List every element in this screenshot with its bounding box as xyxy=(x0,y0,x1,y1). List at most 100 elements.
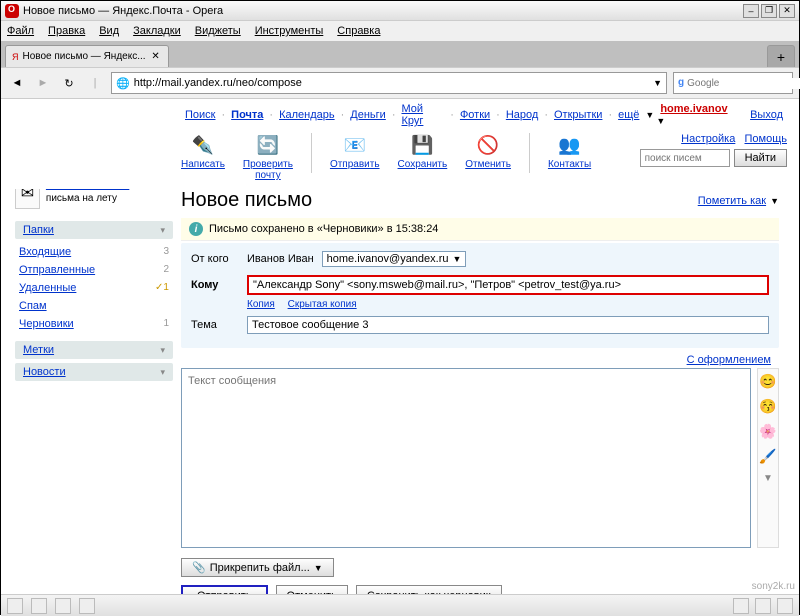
status-icon[interactable] xyxy=(79,598,95,614)
close-button[interactable]: ✕ xyxy=(779,4,795,18)
attach-button[interactable]: 📎Прикрепить файл... ▼ xyxy=(181,558,334,577)
tool-contacts[interactable]: 👥Контакты xyxy=(548,133,591,170)
nav-narod[interactable]: Народ xyxy=(506,109,538,121)
settings-link[interactable]: Настройка xyxy=(681,133,735,145)
reload-button[interactable]: ↻ xyxy=(59,73,79,93)
chevron-down-icon: ▼ xyxy=(770,196,779,206)
folder-sent[interactable]: Отправленные2 xyxy=(19,261,169,279)
new-tab-button[interactable]: + xyxy=(767,45,795,67)
nav-fotki[interactable]: Фотки xyxy=(460,109,490,121)
save-draft-button[interactable]: Сохранить как черновик xyxy=(356,585,502,594)
folder-inbox[interactable]: Входящие3 xyxy=(19,243,169,261)
browser-search[interactable]: g ▼ xyxy=(673,72,793,94)
back-button[interactable]: ◄ xyxy=(7,73,27,93)
nav-toolbar: ◄ ► ↻ | 🌐 ▼ g ▼ xyxy=(1,67,799,99)
section-folders[interactable]: Папки xyxy=(15,221,173,239)
tool-save[interactable]: 💾Сохранить xyxy=(398,133,448,170)
dropdown-icon[interactable]: ▼ xyxy=(653,78,662,88)
nav-cards[interactable]: Открытки xyxy=(554,109,602,121)
restore-button[interactable]: ❐ xyxy=(761,4,777,18)
floppy-icon: 💾 xyxy=(408,133,436,157)
tool-label: Контакты xyxy=(548,159,591,170)
view-icon[interactable] xyxy=(755,598,771,614)
mail-search-button[interactable]: Найти xyxy=(734,149,787,167)
tool-cancel[interactable]: 🚫Отменить xyxy=(465,133,511,170)
nav-calendar[interactable]: Календарь xyxy=(279,109,335,121)
nav-search[interactable]: Поиск xyxy=(185,109,215,121)
compose-area: Новое письмо Пометить как ▼ i Письмо сох… xyxy=(181,189,799,594)
envelope-icon: 📧 xyxy=(341,133,369,157)
nav-mail[interactable]: Почта xyxy=(231,109,263,121)
folder-trash[interactable]: Удаленные✓1 xyxy=(19,279,169,297)
clip-icon: 📎 xyxy=(192,561,206,574)
exit-link[interactable]: Выход xyxy=(750,109,783,121)
message-body[interactable] xyxy=(181,368,751,548)
mobile-promo[interactable]: ✉ Мобильная Почта — ловит письма на лету xyxy=(15,189,173,209)
menu-help[interactable]: Справка xyxy=(337,25,380,37)
tool-compose[interactable]: ✒️Написать xyxy=(181,133,225,170)
watermark: sony2k.ru xyxy=(752,581,795,592)
zoom-icon[interactable] xyxy=(733,598,749,614)
status-icon[interactable] xyxy=(7,598,23,614)
help-link[interactable]: Помощь xyxy=(745,133,788,145)
kiss-icon[interactable]: 😚 xyxy=(759,398,776,415)
to-input[interactable] xyxy=(247,275,769,295)
stop-button[interactable]: | xyxy=(85,73,105,93)
status-icon[interactable] xyxy=(55,598,71,614)
resize-grip-icon[interactable] xyxy=(777,598,793,614)
mail-search-input[interactable] xyxy=(640,149,730,167)
menu-tools[interactable]: Инструменты xyxy=(255,25,324,37)
menu-edit[interactable]: Правка xyxy=(48,25,85,37)
tool-send[interactable]: 📧Отправить xyxy=(330,133,380,170)
user-link[interactable]: home.ivanov xyxy=(660,103,727,115)
send-button[interactable]: Отправить xyxy=(181,585,268,594)
nav-more[interactable]: ещё xyxy=(618,109,639,121)
section-labels[interactable]: Метки xyxy=(15,341,173,359)
folder-list: Входящие3 Отправленные2 Удаленные✓1 Спам… xyxy=(15,243,173,341)
forward-button[interactable]: ► xyxy=(33,73,53,93)
page-title: Новое письмо xyxy=(181,189,312,212)
folder-name: Спам xyxy=(19,300,47,312)
menu-bar: Файл Правка Вид Закладки Виджеты Инструм… xyxy=(1,21,799,41)
bcc-link[interactable]: Скрытая копия xyxy=(288,299,357,310)
cc-link[interactable]: Копия xyxy=(247,299,275,310)
smile-icon[interactable]: 😊 xyxy=(759,373,776,390)
minimize-button[interactable]: – xyxy=(743,4,759,18)
folder-spam[interactable]: Спам xyxy=(19,297,169,315)
status-icon[interactable] xyxy=(31,598,47,614)
info-icon: i xyxy=(189,222,203,236)
cancel-button[interactable]: Отменить xyxy=(276,585,348,594)
browser-tab[interactable]: Я Новое письмо — Яндекс... ✕ xyxy=(5,45,169,67)
tool-check[interactable]: 🔄Проверить почту xyxy=(243,133,293,181)
section-news[interactable]: Новости xyxy=(15,363,173,381)
menu-bookmarks[interactable]: Закладки xyxy=(133,25,181,37)
url-input[interactable] xyxy=(134,77,649,89)
menu-file[interactable]: Файл xyxy=(7,25,34,37)
pen-icon: ✒️ xyxy=(189,133,217,157)
flower-icon[interactable]: 🌸 xyxy=(759,423,776,440)
separator xyxy=(311,133,312,173)
address-bar[interactable]: 🌐 ▼ xyxy=(111,72,667,94)
brush-icon[interactable]: 🖌️ xyxy=(759,448,776,465)
mark-as-link[interactable]: Пометить как xyxy=(698,195,766,207)
attach-label: Прикрепить файл... xyxy=(210,562,310,574)
menu-view[interactable]: Вид xyxy=(99,25,119,37)
menu-widgets[interactable]: Виджеты xyxy=(195,25,241,37)
chevron-down-icon[interactable]: ▼ xyxy=(656,116,665,126)
browser-search-input[interactable] xyxy=(687,78,800,89)
title-bar: Новое письмо — Яндекс.Почта - Opera – ❐ … xyxy=(1,1,799,21)
folder-drafts[interactable]: Черновики1 xyxy=(19,315,169,333)
promo-title: Мобильная Почта xyxy=(46,189,129,191)
google-icon: g xyxy=(678,77,684,89)
formatting-link[interactable]: С оформлением xyxy=(687,354,771,366)
save-notice-text: Письмо сохранено в «Черновики» в 15:38:2… xyxy=(209,223,438,235)
tab-close-icon[interactable]: ✕ xyxy=(150,51,162,63)
folder-count: 1 xyxy=(163,318,169,330)
from-select[interactable]: home.ivanov@yandex.ru ▼ xyxy=(322,251,467,267)
sidebar: Яндекс почта ✉ Мобильная Почта — ловит п… xyxy=(1,189,181,594)
nav-moikrug[interactable]: Мой Круг xyxy=(401,103,444,127)
nav-money[interactable]: Деньги xyxy=(350,109,386,121)
chevron-down-icon[interactable]: ▼ xyxy=(763,473,773,484)
from-label: От кого xyxy=(191,253,239,265)
subject-input[interactable] xyxy=(247,316,769,334)
